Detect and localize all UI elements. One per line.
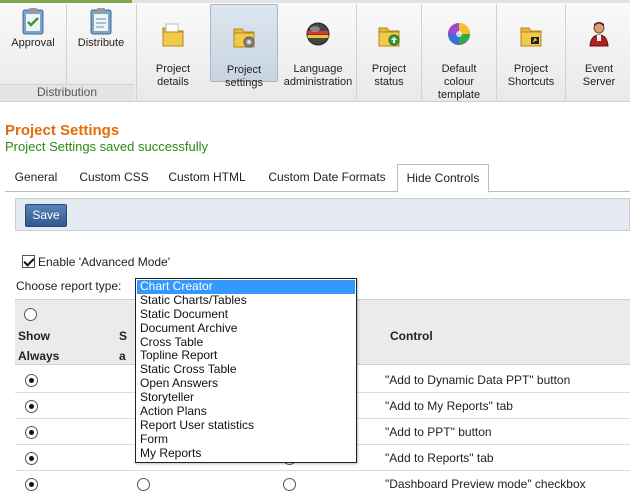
- ribbon-separator: [565, 4, 566, 100]
- dropdown-option-form[interactable]: Form: [137, 432, 355, 447]
- default-colour-template-label: Default colour template: [437, 63, 481, 101]
- color-wheel-icon: [448, 23, 470, 45]
- control-name: "Add to Dynamic Data PPT" button: [385, 373, 571, 387]
- folder-shortcut-icon: [520, 27, 542, 47]
- project-shortcuts-label: Project Shortcuts: [507, 63, 555, 88]
- header-col2-partial-line2: a: [119, 349, 126, 363]
- ribbon-separator: [356, 4, 357, 100]
- ribbon-toolbar: Approval Distribute Project details Proj…: [0, 0, 630, 102]
- ribbon-accent-strip: [0, 0, 132, 3]
- dropdown-option-static-cross-table[interactable]: Static Cross Table: [137, 362, 355, 377]
- header-control: Control: [390, 329, 433, 343]
- report-type-dropdown-list[interactable]: Chart Creator Static Charts/Tables Stati…: [135, 278, 357, 463]
- show-always-radio[interactable]: [25, 426, 38, 439]
- ribbon-top-strip: [0, 0, 630, 3]
- project-status-button[interactable]: Project status: [360, 4, 418, 88]
- approval-label: Approval: [11, 37, 55, 49]
- language-administration-label: Language administration: [283, 63, 353, 88]
- event-server-button[interactable]: Event Server: [569, 4, 629, 88]
- distribution-group-label: Distribution: [0, 84, 134, 101]
- header-show-always-line2: Always: [18, 349, 60, 363]
- server-user-icon: [589, 22, 609, 47]
- distribute-button[interactable]: Distribute: [70, 4, 132, 82]
- tab-custom-date-formats[interactable]: Custom Date Formats: [257, 164, 397, 192]
- tab-custom-html[interactable]: Custom HTML: [159, 164, 255, 192]
- project-details-button[interactable]: Project details: [140, 4, 206, 88]
- advanced-mode-checkbox[interactable]: [22, 255, 35, 268]
- show-always-radio[interactable]: [25, 374, 38, 387]
- settings-tabs: General Custom CSS Custom HTML Custom Da…: [5, 164, 630, 193]
- project-settings-label: Project settings: [225, 64, 263, 89]
- project-status-label: Project status: [371, 63, 407, 88]
- dropdown-option-action-plans[interactable]: Action Plans: [137, 404, 355, 419]
- folder-up-icon: [378, 27, 400, 47]
- clipboard-icon: [90, 8, 112, 35]
- project-settings-button[interactable]: Project settings: [210, 4, 278, 89]
- save-button[interactable]: Save: [25, 204, 67, 227]
- dropdown-option-open-answers[interactable]: Open Answers: [137, 376, 355, 391]
- show-always-radio[interactable]: [25, 452, 38, 465]
- dropdown-option-chart-creator[interactable]: Chart Creator: [137, 279, 355, 294]
- ribbon-separator: [496, 4, 497, 100]
- tab-hide-controls[interactable]: Hide Controls: [397, 164, 489, 193]
- dropdown-option-static-charts-tables[interactable]: Static Charts/Tables: [137, 293, 355, 308]
- table-row: "Dashboard Preview mode" checkbox: [15, 471, 630, 497]
- dropdown-option-topline-report[interactable]: Topline Report: [137, 349, 355, 363]
- distribute-label: Distribute: [77, 37, 125, 49]
- control-name: "Dashboard Preview mode" checkbox: [385, 477, 586, 491]
- hide-radio[interactable]: [283, 478, 296, 491]
- show-always-radio[interactable]: [25, 400, 38, 413]
- show-always-radio[interactable]: [25, 478, 38, 491]
- partial-radio[interactable]: [137, 478, 150, 491]
- control-name: "Add to Reports" tab: [385, 451, 494, 465]
- default-colour-template-button[interactable]: Default colour template: [425, 4, 493, 101]
- dropdown-option-my-reports[interactable]: My Reports: [137, 446, 355, 461]
- project-details-label: Project details: [155, 63, 191, 88]
- page-title: Project Settings: [5, 122, 120, 139]
- clipboard-check-icon: [22, 8, 44, 35]
- dropdown-option-storyteller[interactable]: Storyteller: [137, 390, 355, 405]
- ribbon-separator: [421, 4, 422, 100]
- header-show-always-line1: Show: [18, 329, 50, 343]
- folder-gear-icon: [233, 28, 255, 48]
- dropdown-option-static-document[interactable]: Static Document: [137, 307, 355, 322]
- dropdown-option-cross-table[interactable]: Cross Table: [137, 335, 355, 350]
- header-col2-partial-line1: S: [119, 329, 128, 343]
- tab-general[interactable]: General: [5, 164, 67, 192]
- approval-button[interactable]: Approval: [2, 4, 64, 82]
- choose-report-type-label: Choose report type:: [16, 279, 122, 293]
- globe-icon: [306, 22, 330, 46]
- event-server-label: Event Server: [582, 63, 616, 88]
- panel-toolbar: Save: [15, 198, 630, 231]
- project-shortcuts-button[interactable]: Project Shortcuts: [500, 4, 562, 88]
- success-message: Project Settings saved successfully: [5, 139, 209, 154]
- control-name: "Add to PPT" button: [385, 425, 492, 439]
- advanced-mode-label: Enable 'Advanced Mode': [38, 255, 171, 269]
- ribbon-separator: [136, 4, 137, 100]
- folder-icon: [162, 23, 184, 47]
- select-all-show-always-radio[interactable]: [24, 308, 37, 321]
- dropdown-option-document-archive[interactable]: Document Archive: [137, 321, 355, 336]
- dropdown-option-report-user-statistics[interactable]: Report User statistics: [137, 418, 355, 433]
- tab-custom-css[interactable]: Custom CSS: [69, 164, 159, 192]
- language-administration-button[interactable]: Language administration: [281, 4, 355, 88]
- control-name: "Add to My Reports" tab: [385, 399, 513, 413]
- advanced-mode-row: Enable 'Advanced Mode': [22, 255, 170, 271]
